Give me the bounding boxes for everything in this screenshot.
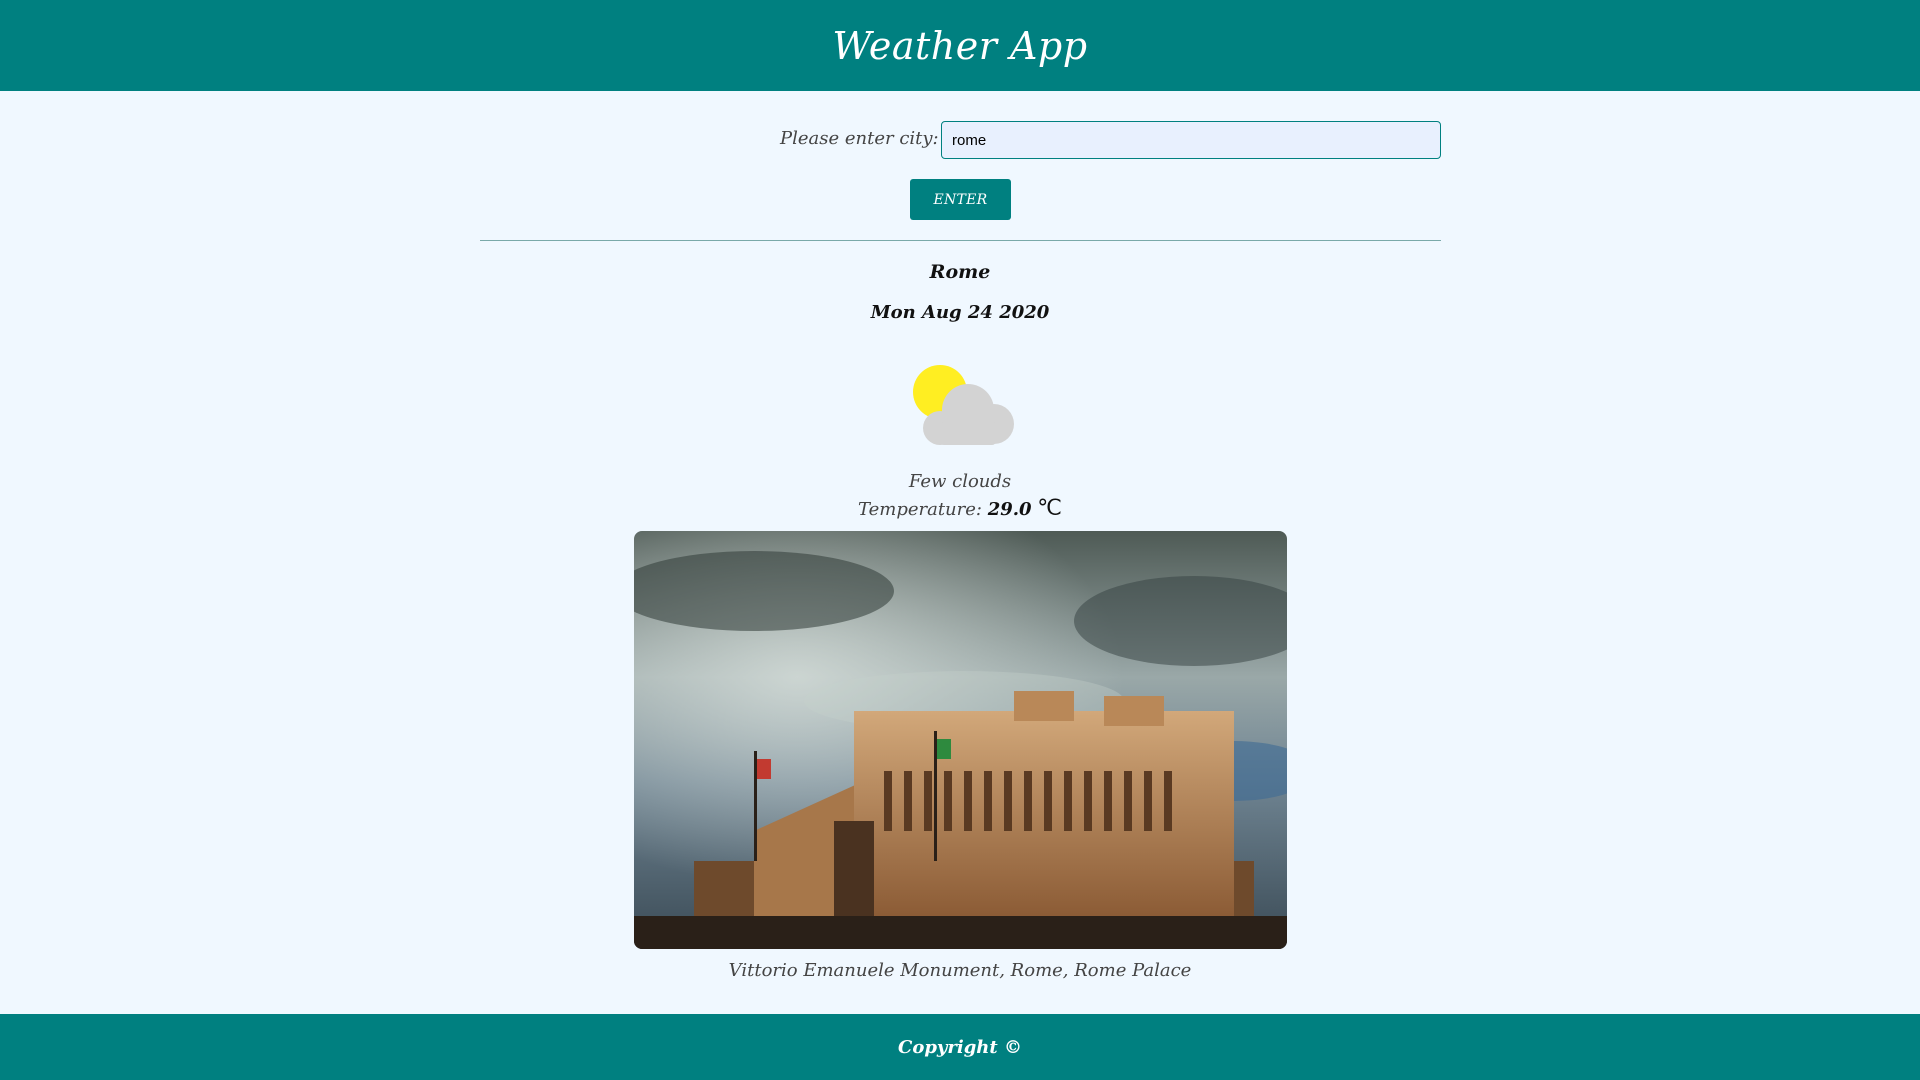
enter-button[interactable]: ENTER	[910, 179, 1011, 220]
temperature-unit: ℃	[1037, 495, 1063, 520]
search-form: Please enter city:	[0, 121, 1920, 159]
city-input[interactable]	[941, 121, 1441, 159]
copyright-text: Copyright ©	[898, 1036, 1022, 1058]
app-title: Weather App	[832, 23, 1088, 68]
photo-caption: Vittorio Emanuele Monument, Rome, Rome P…	[728, 960, 1192, 981]
city-name: Rome	[929, 261, 991, 283]
partly-cloudy-icon	[913, 365, 1014, 445]
temperature-row: Temperature: 29.0 ℃	[0, 495, 1920, 521]
city-label: Please enter city:	[780, 128, 939, 149]
app-footer: Copyright ©	[0, 1014, 1920, 1080]
app-header: Weather App	[0, 0, 1920, 91]
temperature-label: Temperature:	[857, 499, 982, 520]
temperature-value: 29.0	[987, 499, 1032, 520]
city-photo	[634, 531, 1287, 949]
divider	[480, 240, 1441, 241]
date-text: Mon Aug 24 2020	[870, 302, 1050, 323]
weather-description: Few clouds	[908, 471, 1012, 492]
